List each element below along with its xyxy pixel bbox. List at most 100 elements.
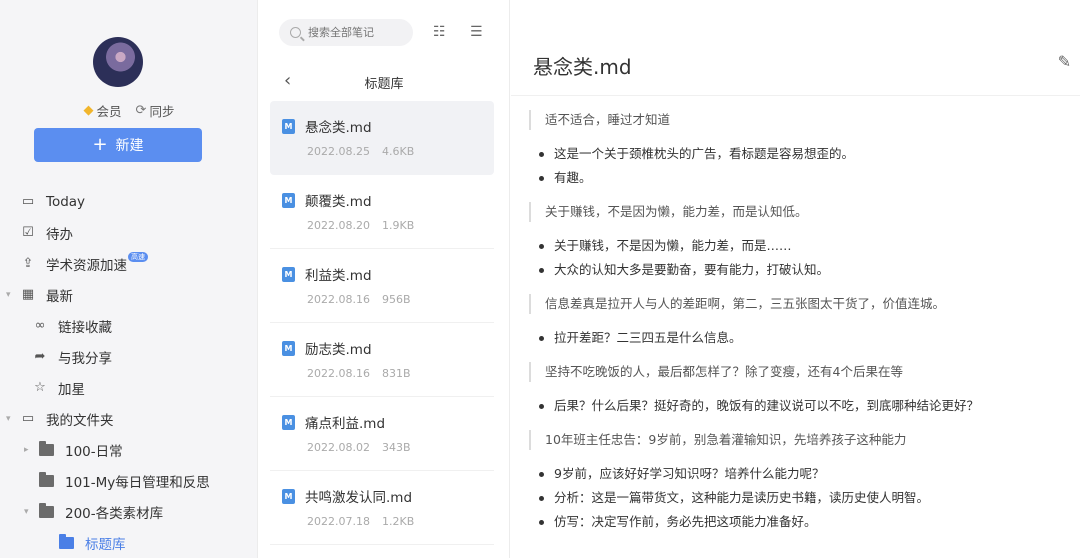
sidebar-item-label: 100-日常 — [65, 443, 123, 460]
chevron-down-icon[interactable]: ▾ — [6, 414, 11, 424]
member-label: 会员 — [96, 104, 122, 119]
note-item[interactable]: M 颠覆类.md 2022.08.20 1.9KB — [270, 175, 494, 249]
sidebar-item-starred[interactable]: ☆ 加星 — [0, 372, 258, 403]
grid-icon: ▦ — [21, 287, 35, 302]
sidebar-item-today[interactable]: ▭ Today — [0, 186, 258, 217]
note-item[interactable]: M 励志类.md 2022.08.16 831B — [270, 323, 494, 397]
markdown-file-icon: M — [282, 341, 295, 356]
chevron-down-icon[interactable]: ▾ — [6, 290, 11, 300]
divider — [511, 95, 1080, 96]
blockquote: 坚持不吃晚饭的人，最后都怎样了？除了变瘦，还有4个后果在等 — [529, 362, 1069, 382]
bullet-list: 这是一个关于颈椎枕头的广告，看标题是容易想歪的。 有趣。 — [529, 142, 1069, 190]
note-date: 2022.08.16 — [307, 293, 370, 306]
note-title: 颠覆类.md — [305, 194, 372, 210]
note-meta: 2022.08.25 4.6KB — [307, 145, 494, 158]
list-header: ‹ 标题库 — [258, 70, 510, 94]
document-title: 悬念类.md — [533, 55, 632, 79]
sidebar-item-academic[interactable]: ⇪ 学术资源加速 高速 — [0, 248, 258, 279]
list-item: 9岁前，应该好好学习知识呀？培养什么能力呢？ — [529, 462, 1069, 486]
note-title: 痛点利益.md — [305, 416, 386, 432]
search-icon — [290, 27, 301, 38]
chevron-right-icon[interactable]: ▸ — [24, 445, 29, 455]
calendar-icon: ▭ — [21, 194, 35, 209]
chevron-down-icon[interactable]: ▾ — [24, 507, 29, 517]
list-title: 标题库 — [364, 77, 404, 92]
list-item: 这是一个关于颈椎枕头的广告，看标题是容易想歪的。 — [529, 142, 1069, 166]
blockquote: 10年班主任忠告：9岁前，别急着灌输知识，先培养孩子这种能力 — [529, 430, 1069, 450]
note-size: 831B — [381, 367, 411, 380]
folder-icon — [39, 471, 54, 487]
sidebar-item-label: 101-My每日管理和反思 — [65, 474, 210, 491]
sync-label: 同步 — [149, 104, 175, 119]
list-item: 拉开差距？二三四五是什么信息。 — [529, 326, 1069, 350]
list-item: 关于赚钱，不是因为懒，能力差，而是…… — [529, 234, 1069, 258]
sidebar-item-folder-101[interactable]: 101-My每日管理和反思 — [0, 465, 258, 496]
markdown-file-icon: M — [282, 267, 295, 282]
note-size: 343B — [381, 441, 411, 454]
bullet-list: 关于赚钱，不是因为懒，能力差，而是…… 大众的认知大多是要勤奋，要有能力，打破认… — [529, 234, 1069, 282]
list-item: 分析：这是一篇带货文，这种能力是读历史书籍，读历史使人明智。 — [529, 486, 1069, 510]
sidebar-item-label: 链接收藏 — [58, 319, 112, 336]
sidebar-nav: ▭ Today ☑ 待办 ⇪ 学术资源加速 高速 ▾ ▦ 最新 ∞ 链接收藏 ➦… — [0, 186, 258, 558]
sidebar-item-my-folders[interactable]: ▾ ▭ 我的文件夹 — [0, 403, 258, 434]
blockquote: 关于赚钱，不是因为懒，能力差，而是认知低。 — [529, 202, 1069, 222]
avatar[interactable] — [93, 37, 143, 87]
pencil-icon[interactable]: ✎ — [1058, 52, 1071, 71]
list-item: 后果？什么后果？挺好奇的，晚饭有的建议说可以不吃，到底哪种结论更好？ — [529, 394, 1069, 418]
share-icon: ➦ — [34, 349, 46, 364]
sort-icon[interactable]: ☰ — [470, 24, 483, 40]
note-date: 2022.08.25 — [307, 145, 370, 158]
note-item[interactable]: M 利益类.md 2022.08.16 956B — [270, 249, 494, 323]
note-item[interactable]: M 悬念类.md 2022.08.25 4.6KB — [270, 101, 494, 175]
sidebar-item-folder-100[interactable]: ▸ 100-日常 — [0, 434, 258, 465]
sidebar-item-shared[interactable]: ➦ 与我分享 — [0, 341, 258, 372]
document-body[interactable]: 适不适合，睡过才知道 这是一个关于颈椎枕头的广告，看标题是容易想歪的。 有趣。 … — [529, 110, 1069, 546]
bullet-list: 拉开差距？二三四五是什么信息。 — [529, 326, 1069, 350]
new-button-label: 新建 — [115, 138, 144, 154]
note-meta: 2022.08.16 956B — [307, 293, 494, 306]
note-list-panel: ☷ ☰ ‹ 标题库 M 悬念类.md 2022.08.25 4.6KB M 颠覆类… — [258, 0, 510, 558]
markdown-file-icon: M — [282, 193, 295, 208]
list-view-icon[interactable]: ☷ — [433, 24, 446, 40]
sidebar-item-title-lib[interactable]: 标题库 — [0, 527, 258, 558]
sidebar-item-label: Today — [46, 193, 86, 210]
markdown-file-icon: M — [282, 119, 295, 134]
sidebar-item-folder-200[interactable]: ▾ 200-各类素材库 — [0, 496, 258, 527]
star-icon: ☆ — [34, 380, 46, 395]
note-meta: 2022.07.18 1.2KB — [307, 515, 494, 528]
speed-badge: 高速 — [128, 251, 148, 262]
list-item: 大众的认知大多是要勤奋，要有能力，打破认知。 — [529, 258, 1069, 282]
link-icon: ∞ — [34, 318, 46, 333]
search-box[interactable] — [279, 19, 413, 46]
markdown-file-icon: M — [282, 415, 295, 430]
note-item[interactable]: M 痛点利益.md 2022.08.02 343B — [270, 397, 494, 471]
sidebar-item-links[interactable]: ∞ 链接收藏 — [0, 310, 258, 341]
note-meta: 2022.08.16 831B — [307, 367, 494, 380]
sidebar-item-todo[interactable]: ☑ 待办 — [0, 217, 258, 248]
rocket-icon: ⇪ — [22, 256, 34, 271]
note-size: 4.6KB — [381, 145, 415, 158]
editor-panel: 悬念类.md ✎ 适不适合，睡过才知道 这是一个关于颈椎枕头的广告，看标题是容易… — [511, 0, 1080, 558]
folder-icon — [59, 533, 74, 549]
new-note-button[interactable]: + 新建 — [34, 128, 202, 162]
sidebar-item-label: 加星 — [58, 381, 85, 398]
note-date: 2022.07.18 — [307, 515, 370, 528]
note-item[interactable]: M 共鸣激发认同.md 2022.07.18 1.2KB — [270, 471, 494, 545]
list-item: 仿写：决定写作前，务必先把这项能力准备好。 — [529, 510, 1069, 534]
note-meta: 2022.08.20 1.9KB — [307, 219, 494, 232]
account-row: ◆ 会员 ⟳ 同步 — [0, 101, 258, 120]
sidebar-item-label: 200-各类素材库 — [65, 505, 164, 522]
note-title: 励志类.md — [305, 342, 372, 358]
blockquote: 适不适合，睡过才知道 — [529, 110, 1069, 130]
list-item: 有趣。 — [529, 166, 1069, 190]
sidebar-item-label: 最新 — [46, 288, 73, 305]
sidebar-item-label: 与我分享 — [58, 350, 112, 367]
sync-button[interactable]: ⟳ 同步 — [136, 101, 175, 120]
markdown-file-icon: M — [282, 489, 295, 504]
note-size: 956B — [381, 293, 411, 306]
plus-icon: + — [92, 134, 108, 155]
note-size: 1.9KB — [381, 219, 415, 232]
member-link[interactable]: ◆ 会员 — [84, 101, 122, 120]
sidebar-item-recent[interactable]: ▾ ▦ 最新 — [0, 279, 258, 310]
search-input[interactable] — [308, 26, 398, 39]
